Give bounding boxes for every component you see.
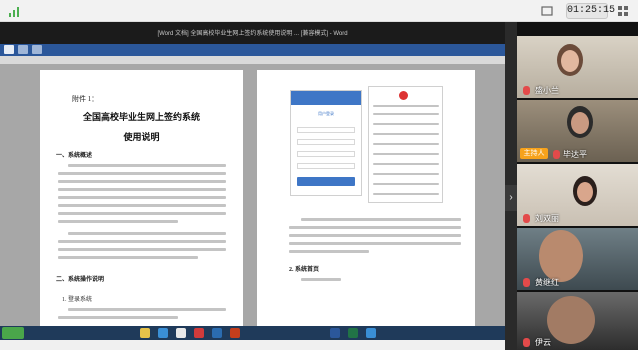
form-line [373, 143, 439, 145]
login-field [297, 139, 355, 145]
doc-title-line2: 使用说明 [123, 132, 160, 142]
text-line [58, 248, 226, 251]
text-line [58, 316, 178, 319]
app-icon[interactable] [176, 328, 186, 338]
participant-tile[interactable]: 主持人 毕达平 [517, 100, 638, 162]
mic-muted-icon [523, 86, 530, 95]
text-line [289, 234, 461, 237]
text-line [58, 240, 226, 243]
app-icon[interactable] [366, 328, 376, 338]
participant-name: 毕达平 [563, 150, 587, 159]
login-screenshot: 用户登录 [290, 90, 362, 196]
participant-face [571, 112, 589, 134]
participant-name: 伊云 [535, 338, 551, 347]
form-line [373, 183, 439, 185]
text-line [68, 164, 226, 167]
login-button-image [297, 177, 355, 186]
meeting-window: 01:25:15 [Word 文档] 全国高校毕业生网上签约系统使用说明 ...… [0, 0, 638, 350]
text-line [289, 250, 369, 253]
section-heading: 一、系统概述 [56, 153, 93, 159]
participant-face [539, 230, 583, 282]
windows-taskbar [0, 326, 505, 340]
text-line [58, 220, 178, 223]
host-badge: 主持人 [520, 148, 548, 159]
doc-title-line1: 全国高校毕业生网上签约系统 [82, 112, 200, 122]
participant-face [577, 182, 593, 202]
start-button[interactable] [2, 327, 24, 339]
form-line [373, 173, 439, 175]
window-icon[interactable] [540, 4, 554, 18]
mic-muted-icon [523, 278, 530, 287]
meeting-timer: 01:25:15 [566, 3, 615, 19]
form-line [373, 163, 439, 165]
participant-tile[interactable]: 黄继红 [517, 228, 638, 290]
form-line [373, 105, 439, 107]
section-heading: 2. 系统首页 [289, 267, 320, 273]
mic-muted-icon [553, 150, 560, 159]
form-line [373, 133, 439, 135]
participant-name: 黄继红 [535, 278, 559, 287]
document-page-2: 用户登录 2. 系统首页 [257, 70, 475, 326]
grid-icon[interactable] [616, 4, 630, 18]
ribbon-tab[interactable] [4, 45, 14, 54]
text-line [301, 278, 341, 281]
word-taskbar-icon[interactable] [330, 328, 340, 338]
bottom-strip [0, 340, 505, 350]
attachment-label: 附件 1： [72, 95, 99, 103]
form-line [373, 123, 439, 125]
participants-panel: 盛小兰 主持人 毕达平 刘双丽 黄继红 伊云 [517, 22, 638, 350]
text-line [68, 232, 226, 235]
app-icon[interactable] [194, 328, 204, 338]
participant-name: 盛小兰 [535, 86, 559, 95]
participant-tile[interactable]: 盛小兰 [517, 36, 638, 98]
participant-face [547, 296, 595, 344]
text-line [58, 204, 226, 207]
text-line [68, 308, 226, 311]
app-icon[interactable] [212, 328, 222, 338]
meeting-top-bar: 01:25:15 [0, 0, 638, 22]
subsection-heading: 1. 登录系统 [62, 297, 93, 303]
login-field [297, 163, 355, 169]
text-line [289, 242, 461, 245]
app-icon[interactable] [230, 328, 240, 338]
app-icon[interactable] [348, 328, 358, 338]
folder-icon[interactable] [140, 328, 150, 338]
text-line [289, 226, 461, 229]
document-page-1: 附件 1： 全国高校毕业生网上签约系统 使用说明 一、系统概述 二、系统操作说明… [40, 70, 243, 326]
mic-muted-icon [523, 338, 530, 347]
form-line [373, 153, 439, 155]
chevron-right-icon[interactable]: › [505, 185, 517, 211]
text-line [58, 172, 226, 175]
mic-muted-icon [523, 214, 530, 223]
document-area: 附件 1： 全国高校毕业生网上签约系统 使用说明 一、系统概述 二、系统操作说明… [0, 64, 505, 326]
mobile-form-screenshot [368, 86, 443, 203]
text-line [58, 256, 198, 259]
form-line [373, 113, 439, 115]
login-field [297, 127, 355, 133]
word-ribbon [0, 44, 505, 56]
word-window-title: [Word 文档] 全国高校毕业生网上签约系统使用说明 ... [兼容模式] -… [157, 31, 348, 37]
text-line [58, 212, 226, 215]
word-ruler [0, 56, 505, 64]
word-title-bar: [Word 文档] 全国高校毕业生网上签约系统使用说明 ... [兼容模式] -… [0, 24, 505, 44]
login-field [297, 151, 355, 157]
section-heading: 二、系统操作说明 [56, 277, 105, 283]
text-line [58, 196, 226, 199]
text-line [58, 188, 226, 191]
participant-tile[interactable]: 刘双丽 [517, 164, 638, 226]
status-badge [399, 91, 408, 100]
form-line [373, 193, 439, 195]
browser-icon[interactable] [158, 328, 168, 338]
participant-tile[interactable]: 伊云 [517, 292, 638, 350]
login-header [291, 91, 361, 105]
login-title: 用户登录 [318, 111, 334, 116]
text-line [301, 218, 461, 221]
participant-face [561, 50, 579, 72]
text-line [58, 180, 226, 183]
ribbon-tab[interactable] [18, 45, 28, 54]
participant-name: 刘双丽 [535, 214, 559, 223]
signal-icon[interactable] [8, 4, 22, 18]
ribbon-tab[interactable] [32, 45, 42, 54]
